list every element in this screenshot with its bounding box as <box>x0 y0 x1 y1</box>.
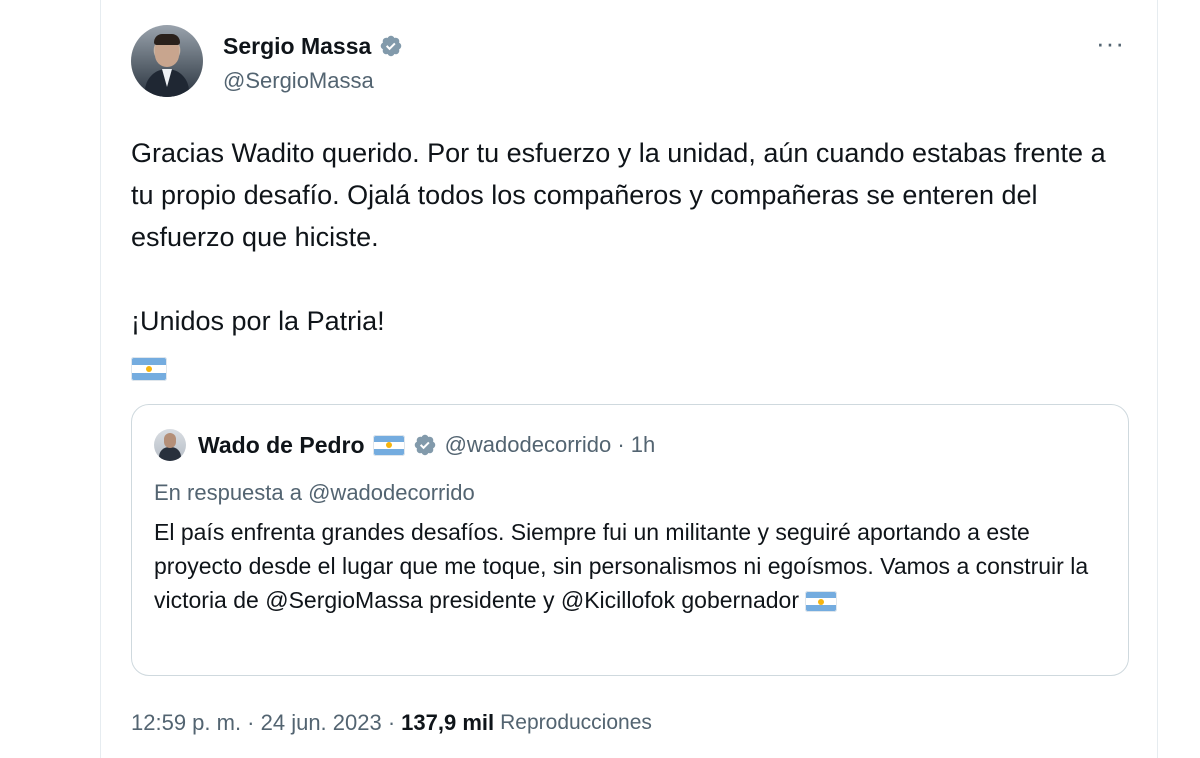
argentina-flag-icon <box>372 434 405 456</box>
quoted-reply-to: En respuesta a @wadodecorrido <box>154 480 475 505</box>
more-options-icon[interactable]: ··· <box>1096 30 1125 56</box>
verified-badge-icon <box>413 433 437 457</box>
tweet-paragraph-2: ¡Unidos por la Patria! <box>131 306 385 336</box>
verified-badge-icon <box>379 34 403 58</box>
author-handle[interactable]: @SergioMassa <box>223 68 374 94</box>
tweet-card: Sergio Massa @SergioMassa ··· Gracias Wa… <box>100 0 1158 758</box>
tweet-meta: 12:59 p. m. · 24 jun. 2023 · 137,9 mil R… <box>131 708 652 738</box>
quoted-text: El país enfrenta grandes desafíos. Siemp… <box>154 519 1089 613</box>
quoted-tweet[interactable]: Wado de Pedro @wadodecorrido · 1h En res… <box>131 404 1129 676</box>
quoted-handle-time: @wadodecorrido · 1h <box>444 432 656 457</box>
views-count: 137,9 mil <box>401 710 495 735</box>
author-name-row: Sergio Massa <box>223 30 403 62</box>
tweet-timestamp[interactable]: 12:59 p. m. · 24 jun. 2023 · <box>131 710 395 736</box>
argentina-flag-icon <box>131 356 167 381</box>
tweet-paragraph-1: Gracias Wadito querido. Por tu esfuerzo … <box>131 138 1106 252</box>
author-display-name[interactable]: Sergio Massa <box>223 33 371 60</box>
tweet-body: Gracias Wadito querido. Por tu esfuerzo … <box>131 132 1111 381</box>
quoted-body: El país enfrenta grandes desafíos. Siemp… <box>154 515 1104 617</box>
views-label: Reproducciones <box>500 711 652 734</box>
quoted-header: Wado de Pedro @wadodecorrido · 1h <box>154 429 655 461</box>
quoted-author-avatar <box>154 429 186 461</box>
quoted-author-name: Wado de Pedro <box>198 431 365 458</box>
author-avatar[interactable] <box>131 25 203 97</box>
argentina-flag-icon <box>805 591 838 613</box>
